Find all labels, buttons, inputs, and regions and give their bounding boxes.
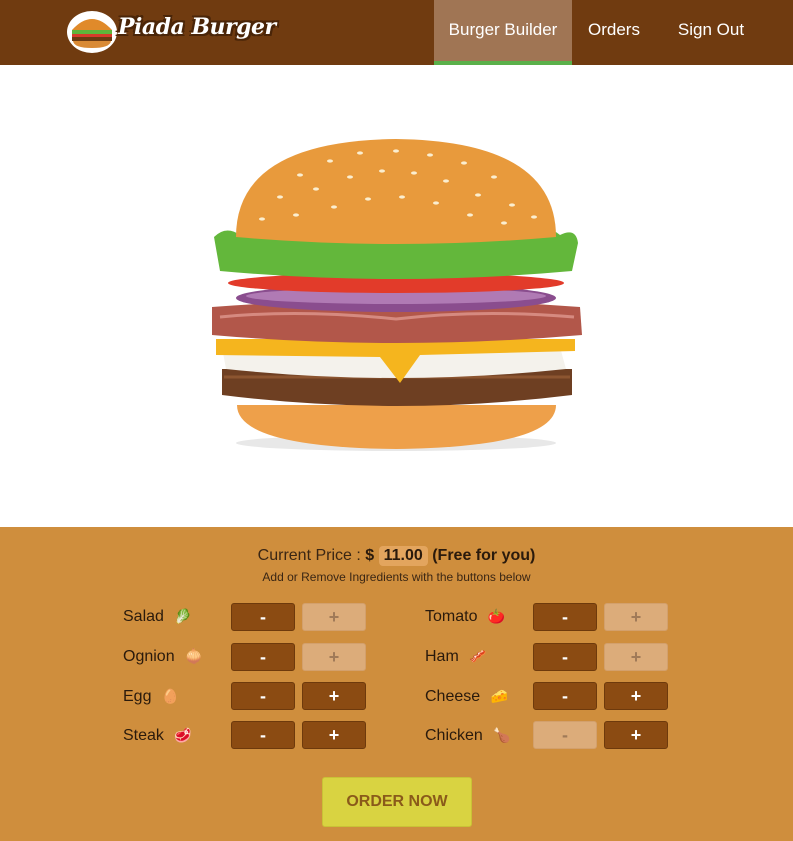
ingredient-label: Cheese: [425, 688, 481, 705]
ingredient-label: Salad: [123, 608, 164, 625]
burger-preview: [0, 65, 793, 527]
steak-remove-button[interactable]: -: [231, 721, 295, 749]
price-value: 11.00: [378, 546, 428, 566]
cheese-add-button[interactable]: +: [604, 682, 668, 710]
ingredient-row-chicken: Chicken 🍗: [425, 727, 511, 745]
ingredient-row-tomato: Tomato 🍅: [425, 608, 505, 626]
tomato-remove-button[interactable]: -: [533, 603, 597, 631]
burger-logo-icon: [67, 11, 117, 53]
steak-icon: 🥩: [174, 727, 192, 744]
onion-add-button[interactable]: +: [302, 643, 366, 671]
salad-remove-button[interactable]: -: [231, 603, 295, 631]
onion-icon: 🧅: [185, 648, 203, 665]
current-price: Current Price : $ 11.00 (Free for you): [0, 546, 793, 566]
egg-remove-button[interactable]: -: [231, 682, 295, 710]
salad-add-button[interactable]: +: [302, 603, 366, 631]
ham-remove-button[interactable]: -: [533, 643, 597, 671]
ingredient-row-ham: Ham 🥓: [425, 648, 487, 666]
free-note: (Free for you): [432, 547, 536, 564]
ingredient-row-steak: Steak 🥩: [123, 727, 192, 745]
onion-remove-button[interactable]: -: [231, 643, 295, 671]
ingredient-label: Egg: [123, 688, 152, 705]
egg-icon: 🥚: [161, 688, 180, 705]
ingredient-label: Ognion: [123, 648, 175, 665]
logo-text: Piada Burger: [118, 14, 276, 40]
cheese-remove-button[interactable]: -: [533, 682, 597, 710]
ingredient-label: Chicken: [425, 727, 483, 744]
nav-burger-builder[interactable]: Burger Builder: [434, 0, 572, 65]
nav-sign-out[interactable]: Sign Out: [656, 0, 766, 65]
ingredient-row-salad: Salad 🥬: [123, 608, 192, 626]
ingredient-row-cheese: Cheese 🧀: [425, 688, 508, 706]
currency-symbol: $: [365, 547, 375, 564]
tomato-add-button[interactable]: +: [604, 603, 668, 631]
order-now-button[interactable]: ORDER NOW: [322, 777, 472, 827]
top-navigation-bar: Piada Burger Burger Builder Orders Sign …: [0, 0, 793, 65]
chicken-remove-button[interactable]: -: [533, 721, 597, 749]
ingredient-row-onion: Ognion 🧅: [123, 648, 202, 666]
ingredient-label: Tomato: [425, 608, 478, 625]
tomato-icon: 🍅: [487, 608, 506, 625]
chicken-add-button[interactable]: +: [604, 721, 668, 749]
cheese-icon: 🧀: [490, 688, 509, 705]
price-label: Current Price :: [257, 547, 361, 564]
ham-icon: 🥓: [469, 648, 487, 665]
salad-icon: 🥬: [174, 608, 192, 625]
piada-burger-logo[interactable]: Piada Burger: [66, 8, 276, 54]
ingredient-row-egg: Egg 🥚: [123, 688, 179, 706]
ingredient-label: Steak: [123, 727, 164, 744]
steak-add-button[interactable]: +: [302, 721, 366, 749]
ham-add-button[interactable]: +: [604, 643, 668, 671]
builder-hint: Add or Remove Ingredients with the butto…: [262, 570, 531, 584]
nav-orders[interactable]: Orders: [572, 0, 656, 65]
ingredient-label: Ham: [425, 648, 459, 665]
bun-top: [236, 139, 556, 244]
chicken-icon: 🍗: [493, 727, 511, 744]
burger-illustration: [212, 139, 582, 451]
egg-add-button[interactable]: +: [302, 682, 366, 710]
